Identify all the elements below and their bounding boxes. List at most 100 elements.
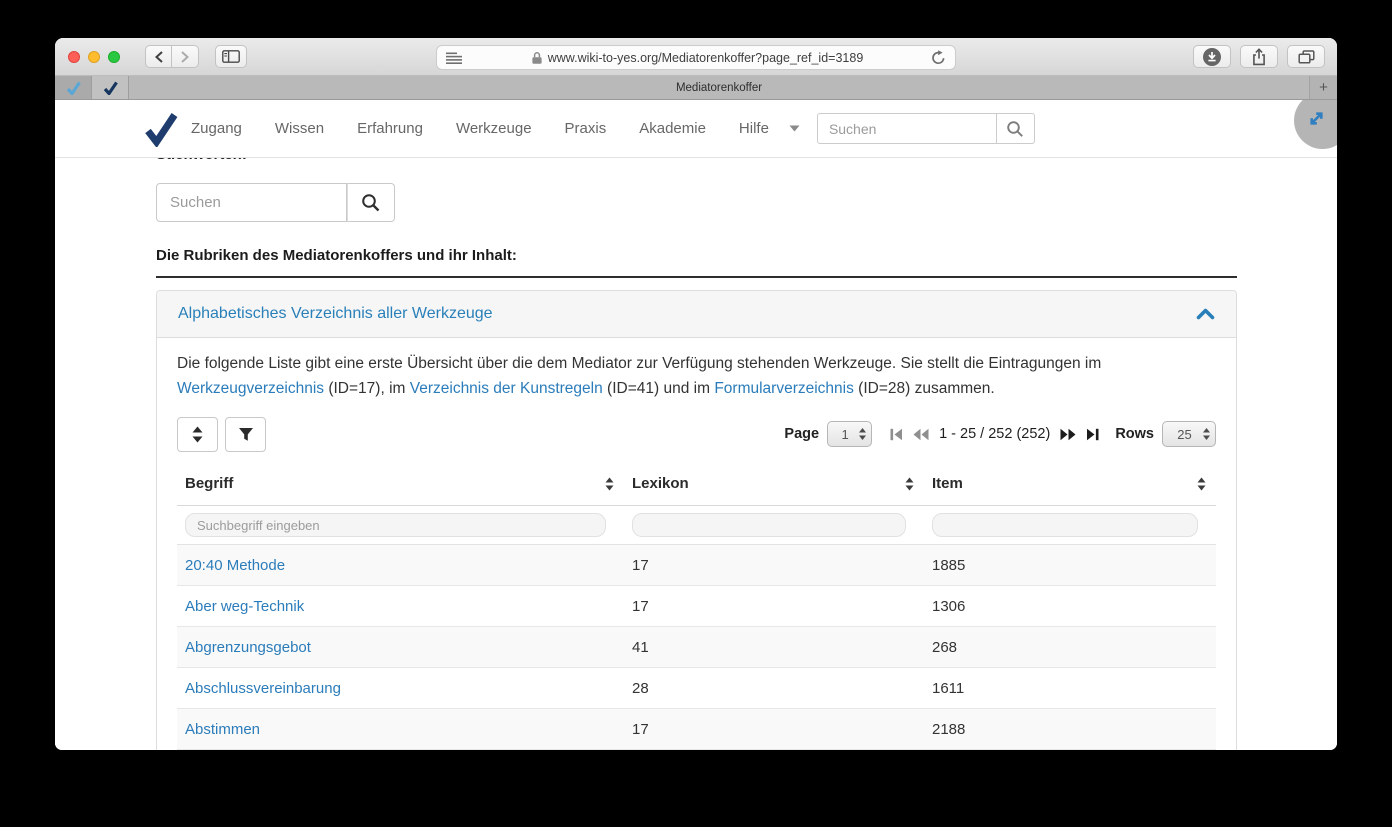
sidebar-icon bbox=[222, 50, 240, 63]
keyword-search-button[interactable] bbox=[347, 183, 395, 222]
page-viewport: Zugang Wissen Erfahrung Werkzeuge Praxis… bbox=[55, 100, 1337, 750]
nav-search-input[interactable] bbox=[817, 113, 997, 144]
close-window-button[interactable] bbox=[68, 51, 80, 63]
url-bar[interactable]: www.wiki-to-yes.org/Mediatorenkoffer?pag… bbox=[436, 45, 956, 70]
share-icon bbox=[1251, 48, 1267, 66]
downloads-button[interactable] bbox=[1193, 45, 1231, 68]
nav-item-hilfe[interactable]: Hilfe bbox=[739, 120, 769, 137]
table-row: 20:40 Methode 17 1885 bbox=[177, 545, 1216, 586]
chevron-down-icon[interactable] bbox=[789, 125, 800, 132]
page-label: Page bbox=[784, 426, 819, 442]
intro-text: (ID=28) zusammen. bbox=[854, 380, 995, 397]
zoom-window-button[interactable] bbox=[108, 51, 120, 63]
intro-text: (ID=41) und im bbox=[603, 380, 715, 397]
first-page-icon bbox=[889, 428, 903, 441]
last-page-button[interactable] bbox=[1086, 428, 1100, 441]
sort-toggle-icon[interactable] bbox=[905, 477, 914, 491]
header-label: Begriff bbox=[185, 475, 233, 492]
next-page-icon bbox=[1060, 428, 1076, 441]
pinned-tab-2[interactable] bbox=[92, 76, 129, 99]
column-header-lexikon[interactable]: Lexikon bbox=[624, 475, 924, 492]
link-verzeichnis-kunstregeln[interactable]: Verzeichnis der Kunstregeln bbox=[410, 380, 603, 397]
nav-search-button[interactable] bbox=[997, 113, 1035, 144]
stepper-arrows-icon bbox=[858, 427, 867, 441]
site-logo-checkmark-icon[interactable] bbox=[143, 111, 179, 147]
search-icon bbox=[361, 193, 381, 213]
reload-icon[interactable] bbox=[931, 50, 946, 65]
cell-lexikon: 17 bbox=[624, 721, 924, 738]
column-header-begriff[interactable]: Begriff bbox=[177, 475, 624, 492]
rows-select[interactable]: 25 bbox=[1162, 421, 1216, 447]
rows-value: 25 bbox=[1163, 427, 1202, 442]
cell-item: 1611 bbox=[924, 680, 1216, 697]
share-button[interactable] bbox=[1240, 45, 1278, 68]
divider bbox=[156, 276, 1237, 278]
prev-page-button[interactable] bbox=[913, 428, 929, 441]
download-icon bbox=[1203, 48, 1221, 66]
stepper-arrows-icon bbox=[1202, 427, 1211, 441]
tab-title: Mediatorenkoffer bbox=[676, 82, 762, 94]
link-formularverzeichnis[interactable]: Formularverzeichnis bbox=[714, 380, 854, 397]
panel-header[interactable]: Alphabetisches Verzeichnis aller Werkzeu… bbox=[157, 291, 1236, 338]
link-werkzeugverzeichnis[interactable]: Werkzeugverzeichnis bbox=[177, 380, 324, 397]
chevron-right-icon bbox=[181, 51, 189, 63]
sidebar-toggle-button[interactable] bbox=[215, 45, 247, 68]
filter-button[interactable] bbox=[225, 417, 266, 452]
cell-lexikon: 28 bbox=[624, 680, 924, 697]
column-header-item[interactable]: Item bbox=[924, 475, 1216, 492]
forward-button[interactable] bbox=[172, 45, 199, 68]
browser-toolbar: www.wiki-to-yes.org/Mediatorenkoffer?pag… bbox=[55, 38, 1337, 76]
header-label: Item bbox=[932, 475, 963, 492]
page-select[interactable]: 1 bbox=[827, 421, 872, 447]
new-tab-button[interactable]: + bbox=[1310, 76, 1337, 99]
row-link[interactable]: Abgrenzungsgebot bbox=[185, 639, 311, 656]
next-page-button[interactable] bbox=[1060, 428, 1076, 441]
row-link[interactable]: 20:40 Methode bbox=[185, 557, 285, 574]
sort-toggle-icon[interactable] bbox=[1197, 477, 1206, 491]
plus-icon: + bbox=[1319, 79, 1328, 96]
active-tab[interactable]: Mediatorenkoffer bbox=[129, 76, 1310, 99]
site-nav: Zugang Wissen Erfahrung Werkzeuge Praxis… bbox=[55, 100, 1337, 158]
tabs-icon bbox=[1298, 50, 1315, 64]
pinned-tab-1[interactable] bbox=[55, 76, 92, 99]
page-value: 1 bbox=[828, 427, 858, 442]
cell-lexikon: 17 bbox=[624, 598, 924, 615]
row-link[interactable]: Abstimmen bbox=[185, 721, 260, 738]
expand-arrows-icon bbox=[1305, 107, 1328, 130]
table-header-row: Begriff Lexikon bbox=[177, 462, 1216, 506]
nav-item-akademie[interactable]: Akademie bbox=[639, 120, 706, 137]
lock-icon bbox=[531, 51, 543, 65]
checkmark-icon bbox=[66, 81, 81, 95]
cell-lexikon: 41 bbox=[624, 639, 924, 656]
row-link[interactable]: Abschlussvereinbarung bbox=[185, 680, 341, 697]
reader-mode-icon[interactable] bbox=[446, 52, 463, 64]
filter-input-lexikon[interactable] bbox=[632, 513, 906, 537]
collapse-button[interactable] bbox=[1196, 308, 1215, 320]
panel-title[interactable]: Alphabetisches Verzeichnis aller Werkzeu… bbox=[178, 305, 493, 323]
intro-paragraph: Die folgende Liste gibt eine erste Übers… bbox=[177, 351, 1145, 401]
table-filter-row bbox=[177, 506, 1216, 545]
nav-item-werkzeuge[interactable]: Werkzeuge bbox=[456, 120, 532, 137]
back-button[interactable] bbox=[145, 45, 172, 68]
table-row: Abstimmen 17 2188 bbox=[177, 709, 1216, 750]
first-page-button[interactable] bbox=[889, 428, 903, 441]
tab-overview-button[interactable] bbox=[1287, 45, 1325, 68]
filter-input-begriff[interactable] bbox=[185, 513, 606, 537]
keyword-search-input[interactable] bbox=[156, 183, 347, 222]
nav-item-wissen[interactable]: Wissen bbox=[275, 120, 324, 137]
nav-item-zugang[interactable]: Zugang bbox=[191, 120, 242, 137]
sort-toggle-icon[interactable] bbox=[605, 477, 614, 491]
table-row: Abschlussvereinbarung 28 1611 bbox=[177, 668, 1216, 709]
nav-item-erfahrung[interactable]: Erfahrung bbox=[357, 120, 423, 137]
filter-input-item[interactable] bbox=[932, 513, 1198, 537]
minimize-window-button[interactable] bbox=[88, 51, 100, 63]
row-link[interactable]: Aber weg-Technik bbox=[185, 598, 304, 615]
header-label: Lexikon bbox=[632, 475, 689, 492]
url-text: www.wiki-to-yes.org/Mediatorenkoffer?pag… bbox=[548, 51, 864, 65]
sort-button[interactable] bbox=[177, 417, 218, 452]
nav-item-praxis[interactable]: Praxis bbox=[565, 120, 607, 137]
page-content: Stichworten: Die Rubriken des Mediatoren… bbox=[55, 100, 1337, 750]
cell-lexikon: 17 bbox=[624, 557, 924, 574]
cell-item: 268 bbox=[924, 639, 1216, 656]
cell-item: 1885 bbox=[924, 557, 1216, 574]
